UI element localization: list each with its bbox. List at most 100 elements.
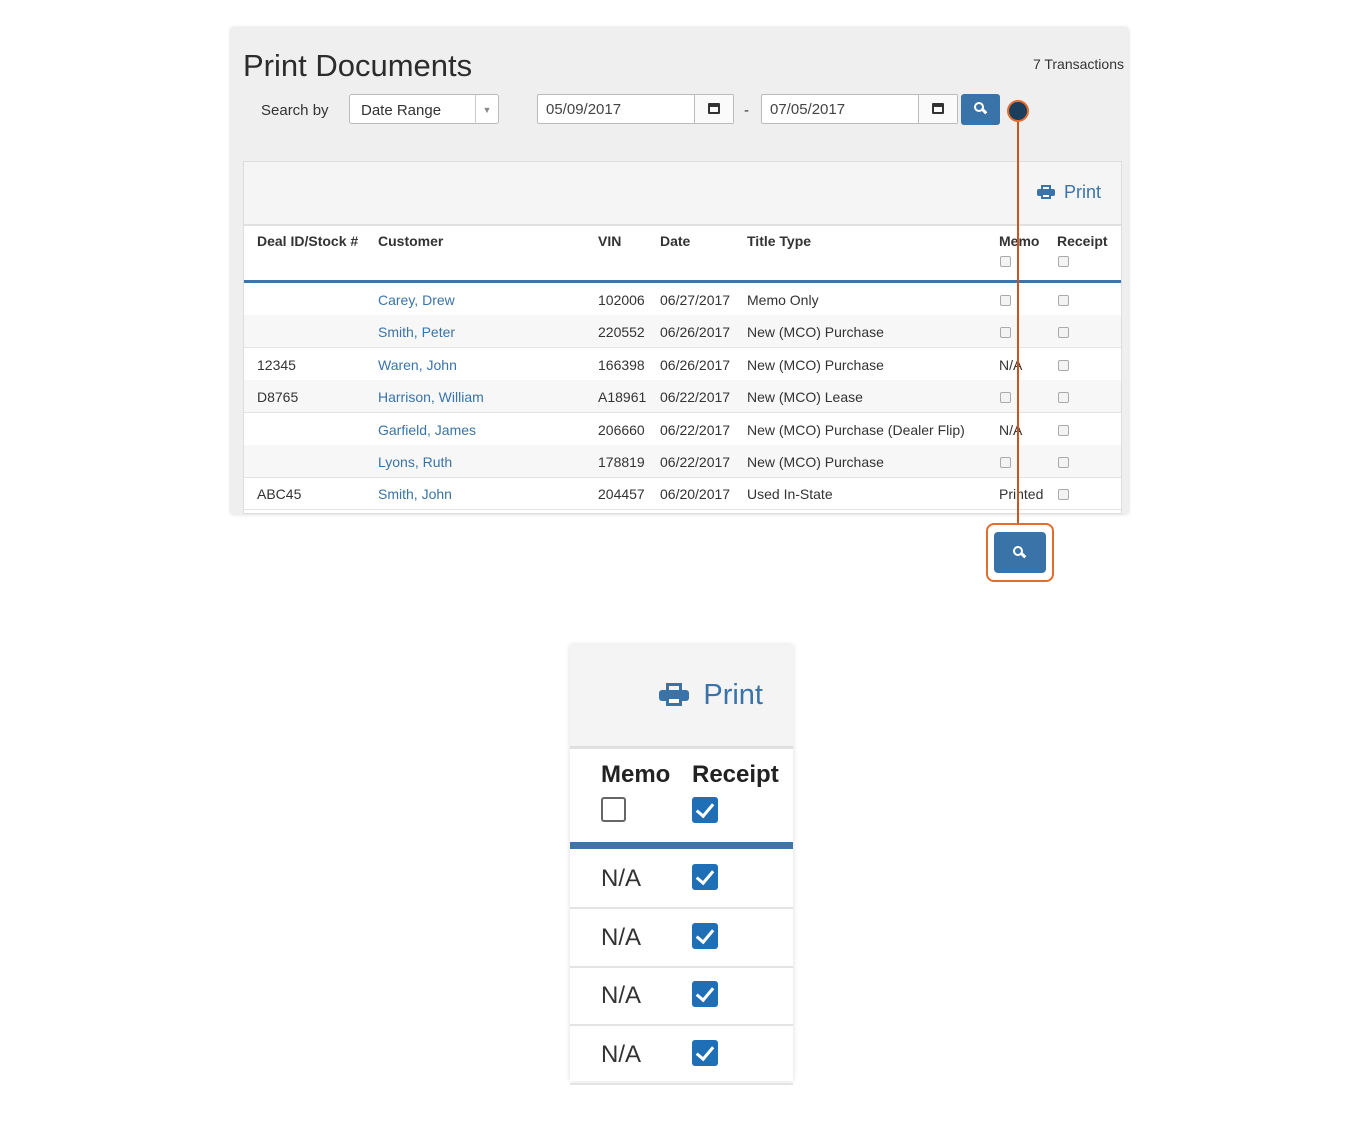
memo-checkbox[interactable] xyxy=(1000,295,1011,306)
receipt-checkbox[interactable] xyxy=(1058,359,1069,371)
calendar-icon xyxy=(932,103,944,114)
table-row: D8765 Harrison, William A18961 06/22/2017 Ne… xyxy=(244,380,1121,414)
vin-cell: 204457 xyxy=(598,486,645,503)
title-type-cell: New (MCO) Purchase (Dealer Flip) xyxy=(747,421,965,438)
callout-connector-line xyxy=(1017,122,1019,530)
search-button-callout xyxy=(986,523,1054,582)
vin-cell: 102006 xyxy=(598,292,645,308)
zoom-row: N/A xyxy=(570,1025,793,1085)
date-to-calendar-button[interactable] xyxy=(918,95,957,123)
receipt-checkbox-checked[interactable] xyxy=(692,981,718,1007)
table-row: Carey, Drew 102006 06/27/2017 Memo Only xyxy=(244,283,1121,316)
date-cell: 06/20/2017 xyxy=(660,486,731,503)
memo-checkbox[interactable] xyxy=(1000,392,1011,404)
vin-cell: A18961 xyxy=(598,389,647,406)
header-date[interactable]: Date xyxy=(660,233,690,249)
receipt-checkbox[interactable] xyxy=(1058,295,1069,306)
date-to-input[interactable]: 07/05/2017 xyxy=(761,94,958,124)
table-row: Garfield, James 206660 06/22/2017 New (MCO)… xyxy=(244,413,1121,446)
date-separator: - xyxy=(744,102,749,119)
memo-checkbox[interactable] xyxy=(1000,457,1011,468)
table-row: Lyons, Ruth 178819 06/22/2017 New (MCO) Pur… xyxy=(244,445,1121,478)
zoomed-checkbox-detail: Print Memo Receipt N/A N/A N/A N/A xyxy=(570,645,793,1085)
receipt-checkbox[interactable] xyxy=(1058,392,1069,404)
transactions-table: Print Deal ID/Stock # Customer VIN Date … xyxy=(243,161,1122,514)
memo-status: Printed xyxy=(999,486,1044,503)
customer-link[interactable]: Waren, John xyxy=(378,357,457,373)
memo-header-zoomed: Memo xyxy=(601,761,671,788)
chevron-down-icon: ▼ xyxy=(475,95,498,123)
search-icon xyxy=(1013,546,1027,559)
search-button-zoomed[interactable] xyxy=(994,532,1046,573)
table-row: 12345 Waren, John 166398 06/26/2017 New (MCO… xyxy=(244,348,1121,381)
search-icon xyxy=(974,102,988,115)
memo-status-zoomed: N/A xyxy=(601,1040,642,1068)
receipt-checkbox[interactable] xyxy=(1058,424,1069,436)
memo-select-all-checkbox[interactable] xyxy=(1000,256,1011,267)
title-type-cell: Memo Only xyxy=(747,292,819,308)
zoom-toolbar: Print xyxy=(570,645,793,749)
receipt-checkbox[interactable] xyxy=(1058,489,1069,501)
header-memo: Memo xyxy=(999,233,1040,249)
header-deal-id: Deal ID/Stock # xyxy=(257,233,359,249)
table-row: Smith, Peter 220552 06/26/2017 New (MCO) Pu… xyxy=(244,315,1121,349)
vin-cell: 166398 xyxy=(598,356,645,373)
date-from-input[interactable]: 05/09/2017 xyxy=(537,94,734,124)
print-button-zoomed[interactable]: Print xyxy=(659,679,763,712)
title-type-cell: New (MCO) Purchase xyxy=(747,454,884,470)
memo-status-zoomed: N/A xyxy=(601,865,642,892)
date-from-value: 05/09/2017 xyxy=(546,101,622,118)
memo-checkbox[interactable] xyxy=(1000,327,1011,339)
vin-cell: 206660 xyxy=(598,421,645,438)
search-by-select[interactable]: Date Range ▼ xyxy=(349,94,499,124)
search-button[interactable] xyxy=(961,94,1000,125)
receipt-checkbox[interactable] xyxy=(1058,457,1069,468)
print-documents-panel: Print Documents 7 Transactions Search by… xyxy=(231,28,1128,514)
receipt-checkbox-checked[interactable] xyxy=(692,864,718,890)
customer-link[interactable]: Lyons, Ruth xyxy=(378,454,452,470)
title-type-cell: Used In-State xyxy=(747,486,833,503)
deal-id-cell: 12345 xyxy=(257,356,296,373)
receipt-header-zoomed: Receipt xyxy=(692,761,779,788)
customer-link[interactable]: Carey, Drew xyxy=(378,292,455,308)
receipt-checkbox-checked[interactable] xyxy=(692,922,718,949)
receipt-checkbox[interactable] xyxy=(1058,327,1069,339)
title-type-cell: New (MCO) Purchase xyxy=(747,356,884,373)
print-label-zoomed: Print xyxy=(703,679,763,711)
title-type-cell: New (MCO) Purchase xyxy=(747,324,884,341)
date-cell: 06/26/2017 xyxy=(660,356,731,373)
receipt-select-all-checkbox[interactable] xyxy=(1058,256,1069,267)
customer-link[interactable]: Harrison, William xyxy=(378,389,484,405)
printer-icon xyxy=(1036,185,1055,199)
memo-status-zoomed: N/A xyxy=(601,982,642,1009)
deal-id-cell: D8765 xyxy=(257,389,299,406)
customer-link[interactable]: Smith, Peter xyxy=(378,324,455,340)
printer-icon xyxy=(659,683,690,706)
receipt-checkbox-checked[interactable] xyxy=(692,1039,718,1066)
date-cell: 06/26/2017 xyxy=(660,324,731,341)
search-by-label: Search by xyxy=(261,102,329,119)
search-by-value: Date Range xyxy=(361,102,442,119)
date-cell: 06/22/2017 xyxy=(660,454,731,470)
deal-id-cell: ABC45 xyxy=(257,486,302,503)
header-customer[interactable]: Customer xyxy=(378,233,443,249)
memo-select-all-checkbox-zoomed[interactable] xyxy=(601,797,626,822)
memo-status-zoomed: N/A xyxy=(601,923,642,951)
zoom-row: N/A xyxy=(570,966,793,1026)
title-type-cell: New (MCO) Lease xyxy=(747,389,863,406)
print-button[interactable]: Print xyxy=(1036,182,1101,203)
table-header: Deal ID/Stock # Customer VIN Date Title … xyxy=(244,226,1121,283)
customer-link[interactable]: Garfield, James xyxy=(378,422,476,438)
header-vin[interactable]: VIN xyxy=(598,233,621,249)
calendar-icon xyxy=(708,103,720,114)
date-cell: 06/22/2017 xyxy=(660,421,731,438)
date-to-value: 07/05/2017 xyxy=(770,101,846,118)
customer-link[interactable]: Smith, John xyxy=(378,486,452,502)
table-toolbar: Print xyxy=(244,162,1121,226)
header-title-type[interactable]: Title Type xyxy=(747,233,811,249)
receipt-select-all-checkbox-checked[interactable] xyxy=(692,797,718,823)
date-from-calendar-button[interactable] xyxy=(694,95,733,123)
date-cell: 06/27/2017 xyxy=(660,292,731,308)
callout-marker xyxy=(1007,100,1029,122)
zoom-row: N/A xyxy=(570,908,793,968)
